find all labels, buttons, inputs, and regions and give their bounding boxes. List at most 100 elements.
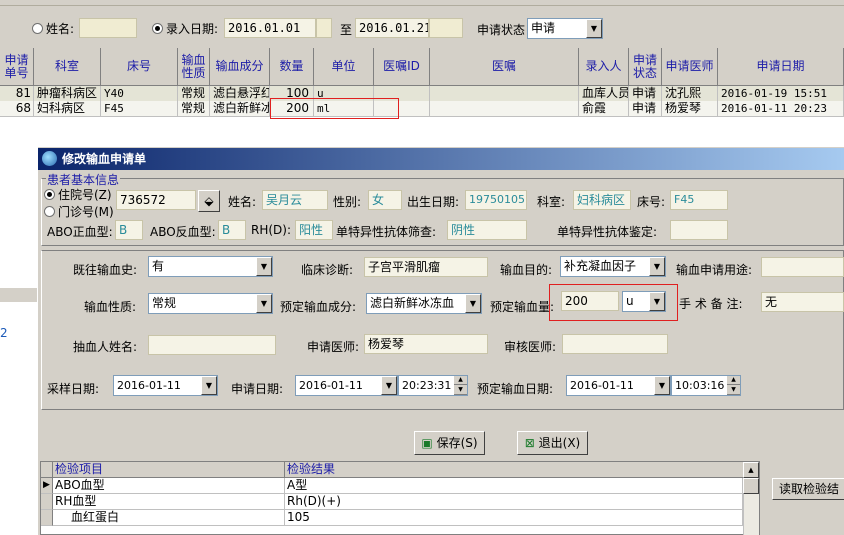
scroll-up-icon[interactable]: ▲: [743, 462, 759, 478]
outpatient-radio[interactable]: 门诊号(M): [44, 203, 114, 220]
test-row-indicator[interactable]: [41, 494, 53, 510]
grid-cell-doctor[interactable]: 沈孔熙: [662, 86, 718, 102]
grid-cell-id[interactable]: 81: [0, 86, 34, 102]
grid-cell-status[interactable]: 申请: [629, 101, 662, 117]
planned-time-spinner[interactable]: ▲ ▼: [726, 376, 740, 395]
spin-down-icon[interactable]: ▼: [454, 385, 467, 395]
test-result-cell[interactable]: Rh(D)(+): [285, 494, 743, 510]
name-radio[interactable]: 姓名:: [32, 20, 74, 37]
spin-up-icon[interactable]: ▲: [727, 376, 740, 385]
chevron-down-icon[interactable]: ▼: [256, 257, 272, 276]
grid-cell-dept[interactable]: 肿瘤科病区: [34, 86, 101, 102]
grid-cell-nature[interactable]: 常规: [178, 101, 210, 117]
exit-button[interactable]: ⊠ 退出(X): [517, 431, 588, 455]
test-row-indicator[interactable]: [41, 510, 53, 526]
sample-date-picker[interactable]: 2016-01-11 ▼: [113, 375, 218, 396]
status-select[interactable]: 申请 ▼: [527, 18, 603, 39]
grid-cell-comp[interactable]: 滤白悬浮红: [210, 86, 270, 102]
purpose-select[interactable]: 补充凝血因子 ▼: [560, 256, 666, 277]
diagnosis-field[interactable]: 子宫平滑肌瘤: [364, 257, 488, 277]
grid-col-header[interactable]: 申请日期: [718, 48, 844, 86]
scroll-thumb[interactable]: [743, 478, 759, 494]
grid-cell-comp[interactable]: 滤白新鲜冰: [210, 101, 270, 117]
reviewer-field[interactable]: [562, 334, 668, 354]
apply-time-input[interactable]: 20:23:31 ▲ ▼: [398, 375, 468, 396]
component-select[interactable]: 滤白新鲜冰冻血 ▼: [366, 293, 482, 314]
amount-highlight-box: [549, 284, 678, 321]
req-doctor-field[interactable]: 杨爱琴: [364, 334, 488, 354]
chevron-down-icon[interactable]: ▼: [465, 294, 481, 313]
grid-col-header[interactable]: 申请状态: [629, 48, 662, 86]
chevron-down-icon[interactable]: ▼: [586, 19, 602, 38]
apply-date-picker[interactable]: 2016-01-11 ▼: [295, 375, 398, 396]
grid-col-header[interactable]: 医嘱: [430, 48, 579, 86]
grid-col-header[interactable]: 申请单号: [0, 48, 34, 86]
test-item-cell[interactable]: RH血型: [53, 494, 285, 510]
grid-cell-dept[interactable]: 妇科病区: [34, 101, 101, 117]
grid-cell-order[interactable]: [430, 86, 579, 102]
grid-cell-bed[interactable]: Y40: [101, 86, 178, 102]
chevron-down-icon[interactable]: ▼: [654, 376, 670, 395]
entry-date-radio-circle[interactable]: [152, 23, 163, 34]
surgery-note-field[interactable]: 无: [761, 292, 844, 312]
test-result-cell[interactable]: 105: [285, 510, 743, 526]
drawer-field[interactable]: [148, 335, 276, 355]
patient-no-input[interactable]: 736572: [116, 190, 196, 210]
grid-cell-entry[interactable]: 血库人员: [579, 86, 629, 102]
app-icon: [42, 151, 57, 166]
grid-col-header[interactable]: 录入人: [579, 48, 629, 86]
spin-down-icon[interactable]: ▼: [727, 385, 740, 395]
grid-cell-date[interactable]: 2016-01-19 15:51: [718, 86, 844, 102]
outpatient-radio-circle[interactable]: [44, 206, 55, 217]
grid-col-header[interactable]: 申请医师: [662, 48, 718, 86]
grid-col-header[interactable]: 医嘱ID: [374, 48, 430, 86]
test-item-cell[interactable]: 血红蛋白: [53, 510, 285, 526]
inpatient-radio[interactable]: 住院号(Z): [44, 186, 112, 203]
test-row-indicator[interactable]: ▶: [41, 478, 53, 494]
abo-neg-label: ABO反血型:: [150, 225, 216, 239]
reviewer-label: 审核医师:: [504, 340, 557, 354]
entry-date-radio[interactable]: 录入日期:: [152, 20, 218, 37]
chevron-down-icon[interactable]: ▼: [201, 376, 217, 395]
chevron-down-icon[interactable]: ▼: [649, 257, 665, 276]
grid-cell-doctor[interactable]: 杨爱琴: [662, 101, 718, 117]
planned-time-input[interactable]: 10:03:16 ▲ ▼: [671, 375, 741, 396]
chevron-down-icon[interactable]: ▼: [381, 376, 397, 395]
name-filter-input[interactable]: [79, 18, 137, 38]
grid-col-header[interactable]: 数量: [270, 48, 314, 86]
grid-col-header[interactable]: 科室: [34, 48, 101, 86]
inpatient-radio-circle[interactable]: [44, 189, 55, 200]
test-item-cell[interactable]: ABO血型: [53, 478, 285, 494]
planned-date-picker[interactable]: 2016-01-11 ▼: [566, 375, 671, 396]
left-row-count: 2: [0, 326, 8, 340]
grid-col-header[interactable]: 输血性质: [178, 48, 210, 86]
status-select-value: 申请: [531, 21, 556, 35]
date-to-input[interactable]: 2016.01.21: [355, 18, 429, 38]
use-field[interactable]: [761, 257, 844, 277]
grid-col-header[interactable]: 床号: [101, 48, 178, 86]
chevron-down-icon[interactable]: ▼: [256, 294, 272, 313]
apply-time-spinner[interactable]: ▲ ▼: [453, 376, 467, 395]
grid-cell-id[interactable]: 68: [0, 101, 34, 117]
antibody-id-label: 单特异性抗体鉴定:: [557, 225, 658, 239]
grid-cell-entry[interactable]: 俞霞: [579, 101, 629, 117]
component-select-value: 滤白新鲜冰冻血: [370, 296, 455, 310]
date-from-input[interactable]: 2016.01.01: [224, 18, 316, 38]
grid-row-highlight: [270, 98, 399, 119]
history-select[interactable]: 有 ▼: [148, 256, 273, 277]
nature-select[interactable]: 常规 ▼: [148, 293, 273, 314]
spin-up-icon[interactable]: ▲: [454, 376, 467, 385]
grid-cell-bed[interactable]: F45: [101, 101, 178, 117]
grid-cell-order[interactable]: [430, 101, 579, 117]
dialog-title-bar[interactable]: 修改输血申请单: [38, 148, 844, 170]
grid-col-header[interactable]: 单位: [314, 48, 374, 86]
card-reader-button[interactable]: ⬙: [198, 190, 220, 212]
read-results-button[interactable]: 读取检验结: [772, 478, 844, 500]
grid-cell-nature[interactable]: 常规: [178, 86, 210, 102]
save-button[interactable]: ▣ 保存(S): [414, 431, 485, 455]
grid-cell-date[interactable]: 2016-01-11 20:23: [718, 101, 844, 117]
name-radio-circle[interactable]: [32, 23, 43, 34]
test-result-cell[interactable]: A型: [285, 478, 743, 494]
grid-col-header[interactable]: 输血成分: [210, 48, 270, 86]
grid-cell-status[interactable]: 申请: [629, 86, 662, 102]
